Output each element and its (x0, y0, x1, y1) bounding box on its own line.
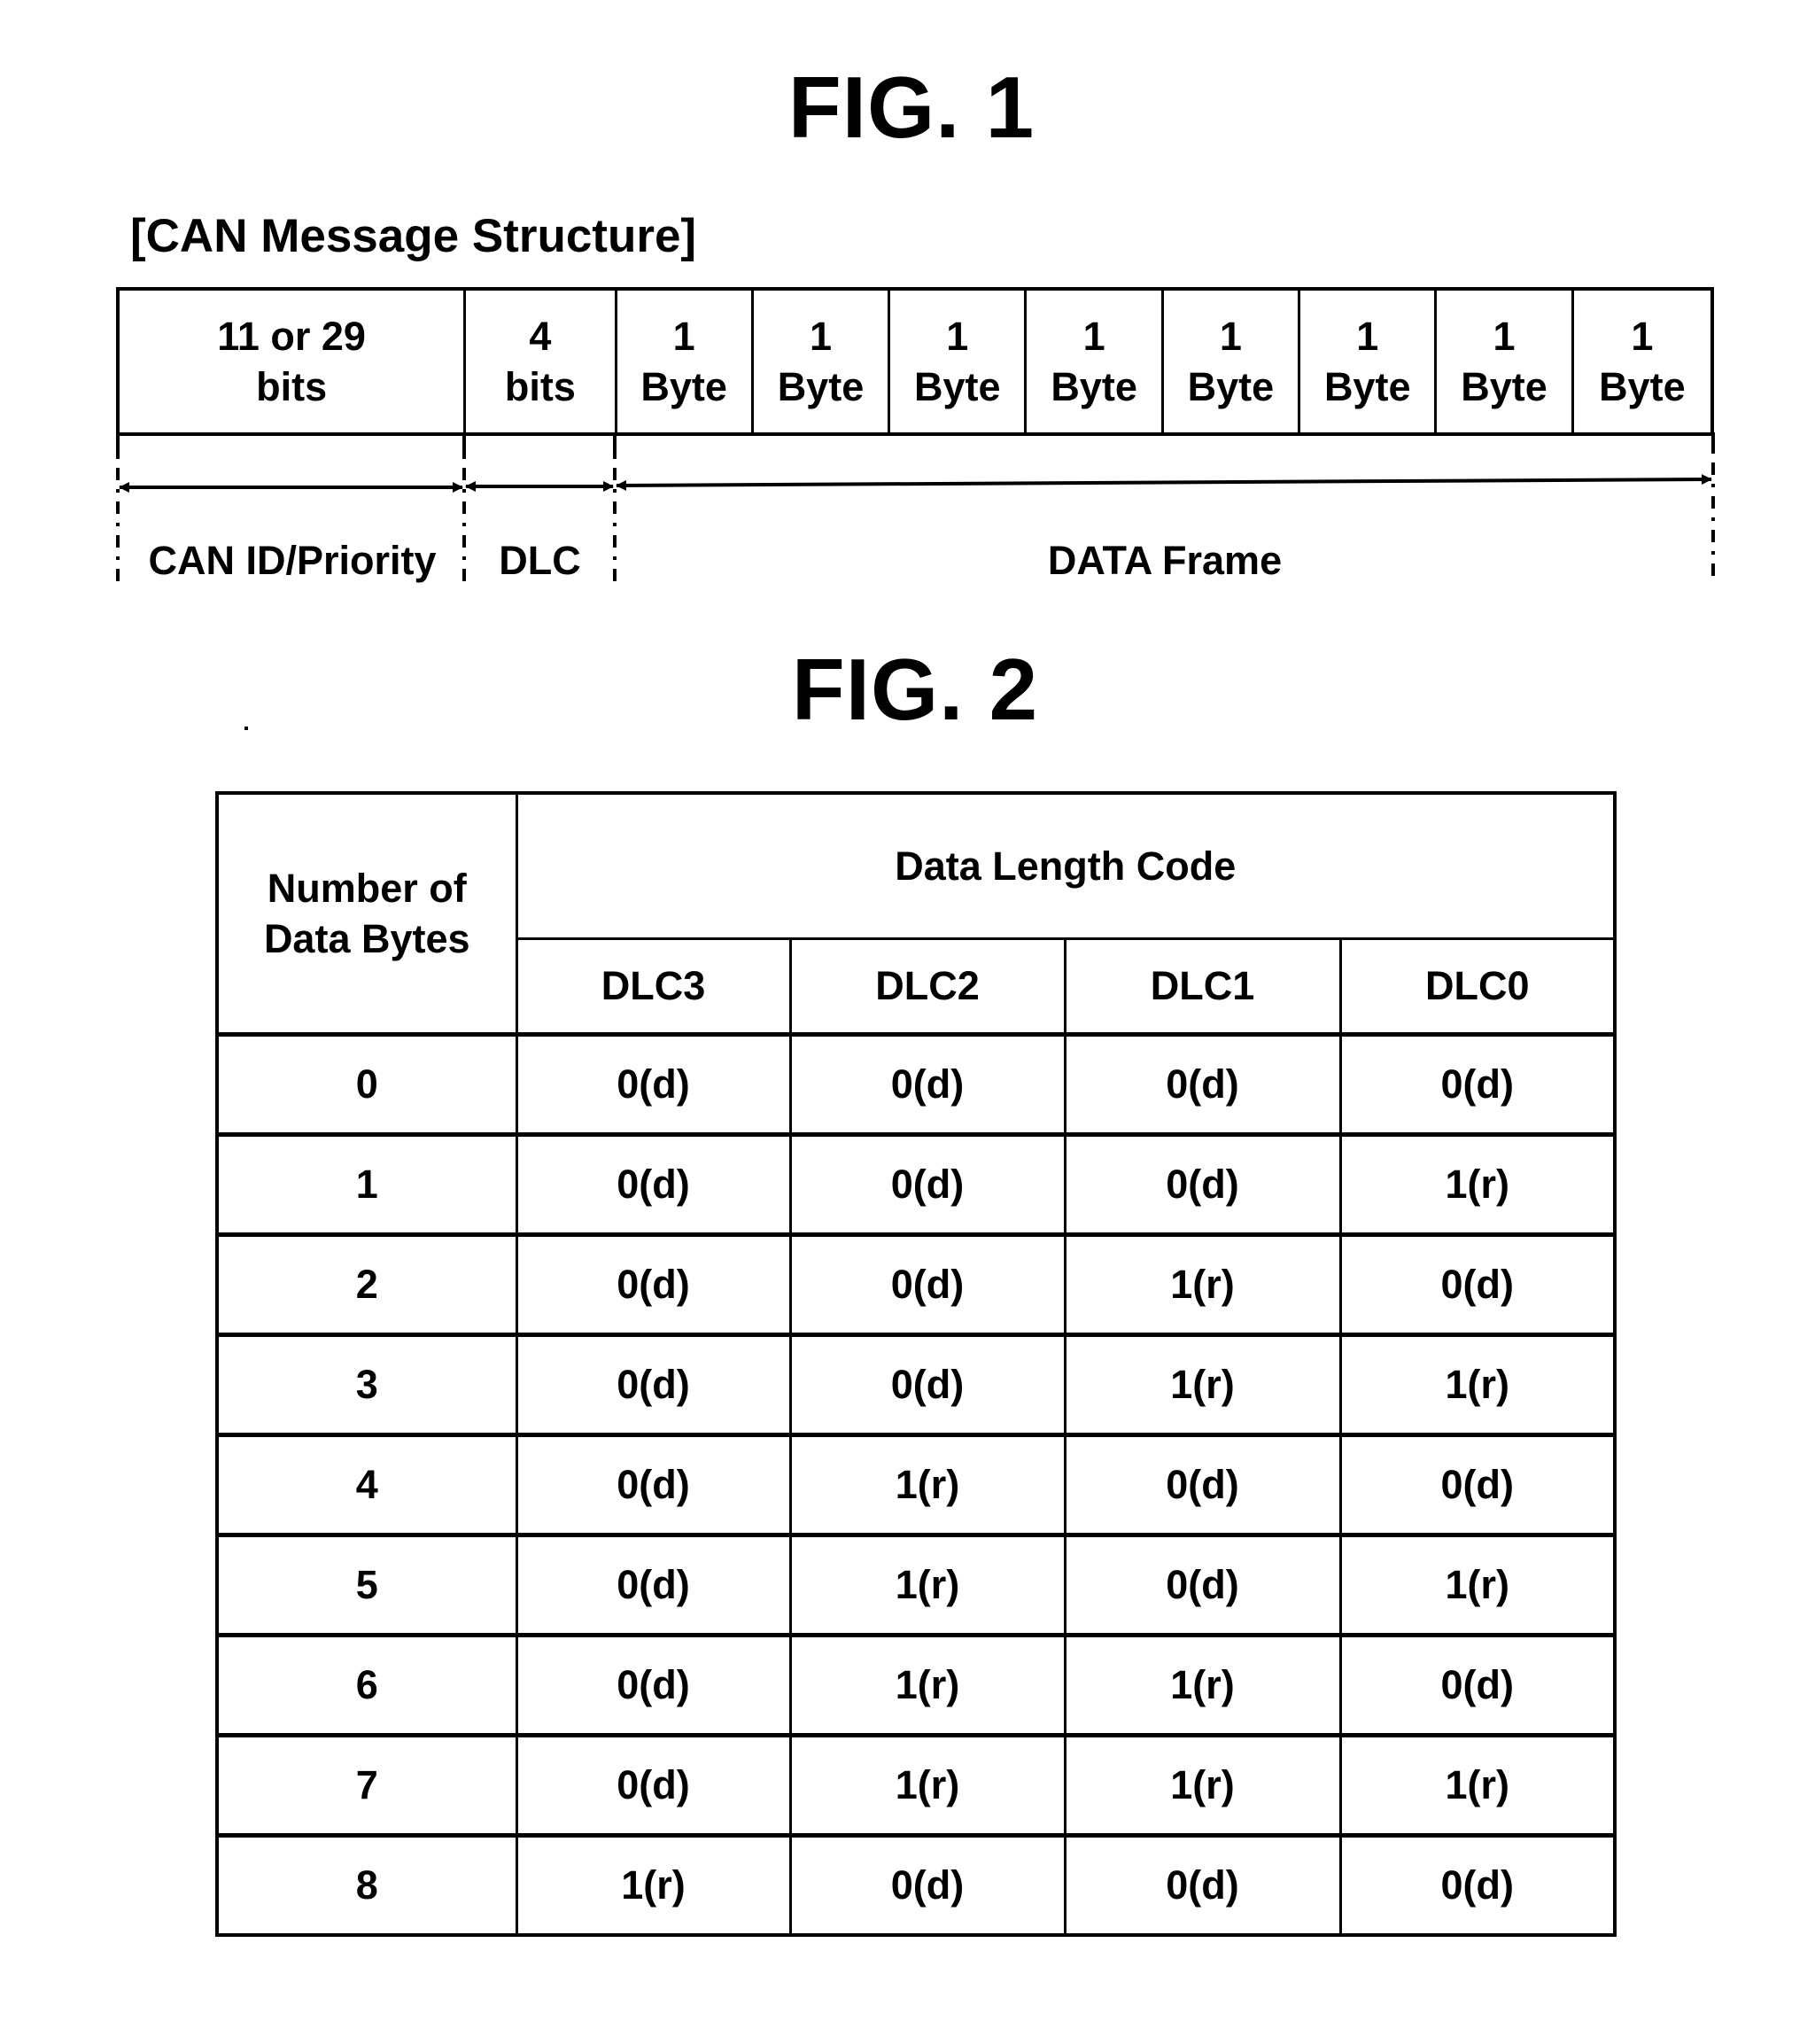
cell-dlc2: 1(r) (788, 1633, 1067, 1737)
cell-number-of-bytes: 3 (215, 1333, 518, 1436)
cell-dlc3: 0(d) (515, 1733, 792, 1837)
cell-dlc3: 0(d) (515, 1232, 792, 1336)
header-line: Number of (267, 865, 467, 911)
cell-number-of-bytes: 0 (215, 1032, 518, 1136)
table-row: 8 1(r) 0(d) 0(d) 0(d) (215, 1833, 1617, 1936)
dimension-lines (116, 432, 1715, 589)
cell-dlc2: 0(d) (788, 1032, 1067, 1136)
table-row: 3 0(d) 0(d) 1(r) 1(r) (215, 1333, 1617, 1436)
cell-dlc2: 1(r) (788, 1533, 1067, 1636)
cell-dlc2: 0(d) (788, 1232, 1067, 1336)
cell-dlc2: 1(r) (788, 1433, 1067, 1536)
header-dlc0: DLC0 (1338, 937, 1617, 1036)
cell-number-of-bytes: 4 (215, 1433, 518, 1536)
dimension-arrow-data-frame (616, 474, 1712, 491)
header-dlc2: DLC2 (788, 937, 1067, 1036)
cell-dlc3: 0(d) (515, 1333, 792, 1436)
table-row: 6 0(d) 1(r) 1(r) 0(d) (215, 1633, 1617, 1737)
cell-dlc1: 1(r) (1063, 1633, 1342, 1737)
header-number-of-data-bytes: Number of Data Bytes (215, 791, 518, 1036)
cell-dlc1: 0(d) (1063, 1833, 1342, 1936)
cell-dlc0: 1(r) (1338, 1733, 1617, 1837)
cell-dlc1: 0(d) (1063, 1032, 1342, 1136)
cell-number-of-bytes: 8 (215, 1833, 518, 1936)
cell-dlc2: 1(r) (788, 1733, 1067, 1837)
cell-dlc0: 1(r) (1338, 1132, 1617, 1236)
cell-dlc2: 0(d) (788, 1132, 1067, 1236)
cell-dlc3: 0(d) (515, 1433, 792, 1536)
table-row: 1 0(d) 0(d) 0(d) 1(r) (215, 1132, 1617, 1236)
cell-dlc1: 0(d) (1063, 1132, 1342, 1236)
table-row: 4 0(d) 1(r) 0(d) 0(d) (215, 1433, 1617, 1536)
cell-dlc1: 1(r) (1063, 1733, 1342, 1837)
table-row: 0 0(d) 0(d) 0(d) 0(d) (215, 1032, 1617, 1136)
header-dlc1: DLC1 (1063, 937, 1342, 1036)
cell-number-of-bytes: 7 (215, 1733, 518, 1837)
table-row: 5 0(d) 1(r) 0(d) 1(r) (215, 1533, 1617, 1636)
table-row: 2 0(d) 0(d) 1(r) 0(d) (215, 1232, 1617, 1336)
cell-number-of-bytes: 5 (215, 1533, 518, 1636)
cell-dlc0: 0(d) (1338, 1232, 1617, 1336)
header-line: Data Bytes (263, 915, 470, 961)
table-row: 7 0(d) 1(r) 1(r) 1(r) (215, 1733, 1617, 1837)
cell-dlc2: 0(d) (788, 1833, 1067, 1936)
cell-dlc0: 0(d) (1338, 1633, 1617, 1737)
cell-dlc0: 0(d) (1338, 1032, 1617, 1136)
header-data-length-code: Data Length Code (515, 791, 1617, 940)
cell-number-of-bytes: 6 (215, 1633, 518, 1737)
table-header-row: Number of Data Bytes Data Length Code (215, 791, 1617, 1036)
cell-dlc3: 0(d) (515, 1633, 792, 1737)
cell-dlc1: 0(d) (1063, 1533, 1342, 1636)
cell-dlc0: 1(r) (1338, 1533, 1617, 1636)
cell-dlc2: 0(d) (788, 1333, 1067, 1436)
cell-dlc1: 0(d) (1063, 1433, 1342, 1536)
segment-label-can-id: CAN ID/Priority (148, 538, 437, 583)
scan-speck (244, 727, 248, 730)
header-dlc3: DLC3 (515, 937, 792, 1036)
cell-dlc3: 0(d) (515, 1533, 792, 1636)
cell-number-of-bytes: 1 (215, 1132, 518, 1236)
figure-2-title: FIG. 2 (791, 641, 1039, 738)
segment-label-data-frame: DATA Frame (1047, 538, 1283, 583)
cell-dlc3: 0(d) (515, 1032, 792, 1136)
cell-dlc0: 1(r) (1338, 1333, 1617, 1436)
dlc-table: Number of Data Bytes Data Length Code DL… (215, 791, 1617, 1937)
cell-dlc1: 1(r) (1063, 1333, 1342, 1436)
cell-dlc3: 1(r) (515, 1833, 792, 1936)
cell-number-of-bytes: 2 (215, 1232, 518, 1336)
segment-label-dlc: DLC (499, 538, 581, 583)
cell-dlc0: 0(d) (1338, 1833, 1617, 1936)
cell-dlc0: 0(d) (1338, 1433, 1617, 1536)
cell-dlc3: 0(d) (515, 1132, 792, 1236)
cell-dlc1: 1(r) (1063, 1232, 1342, 1336)
